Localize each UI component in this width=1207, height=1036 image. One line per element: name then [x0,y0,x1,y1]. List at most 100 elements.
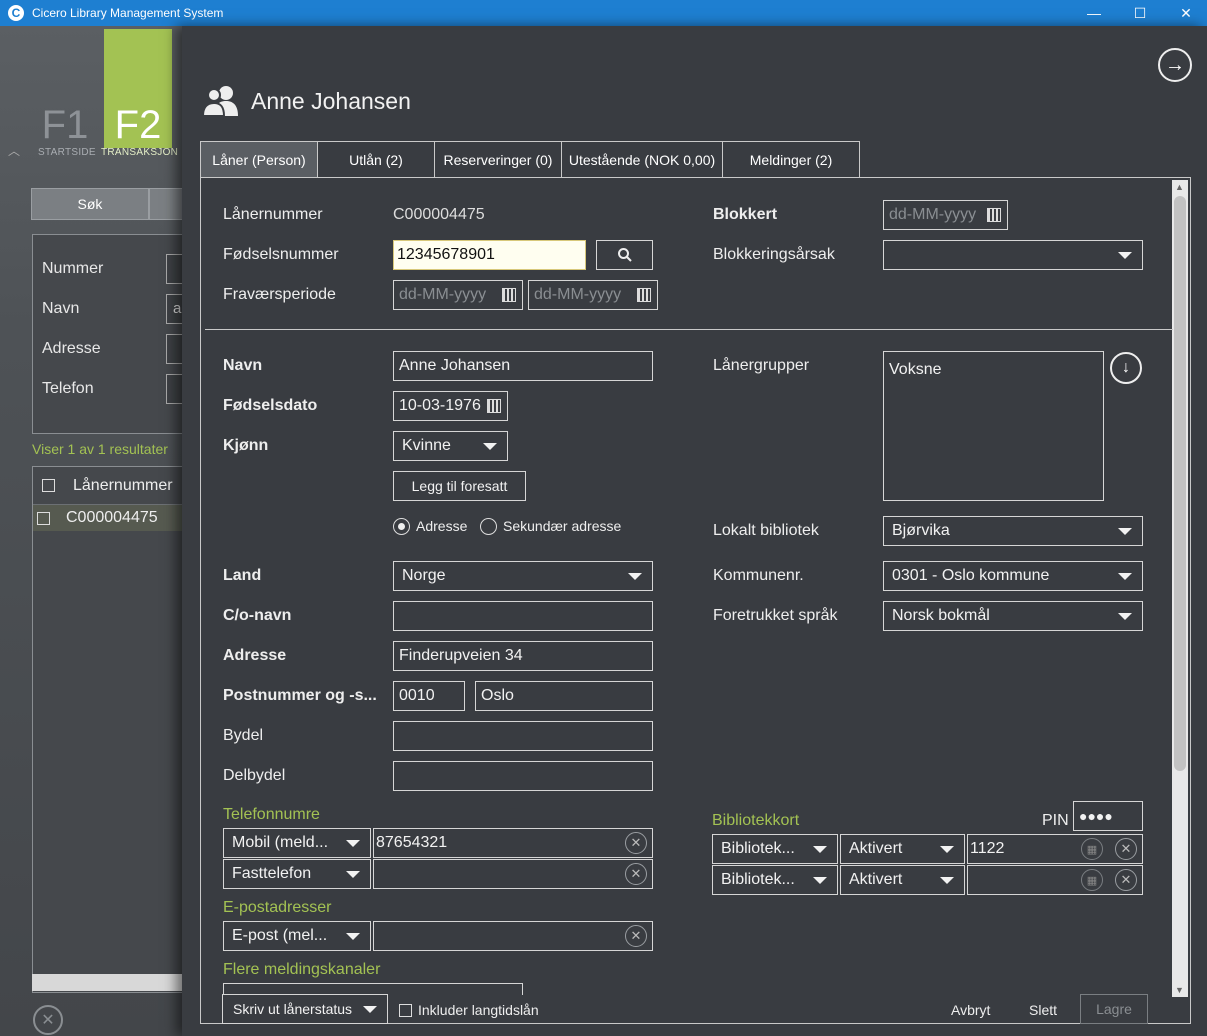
absence-from-date[interactable]: dd-MM-yyyy [393,280,523,310]
fodselsdato-input[interactable]: 10-03-1976 [393,391,508,421]
delete-button[interactable]: Slett [1029,1002,1057,1018]
tab-meldinger[interactable]: Meldinger (2) [722,141,860,178]
scroll-thumb[interactable] [1174,196,1186,771]
remove-card-icon[interactable]: ✕ [1115,869,1137,891]
phone-type-select[interactable]: Fasttelefon [223,859,371,889]
lokalt-bibliotek-select[interactable]: Bjørvika [883,516,1143,546]
phone-number-input[interactable]: 87654321 [373,828,653,858]
print-status-select[interactable]: Skriv ut lånerstatus [222,994,388,1024]
card-calendar-icon[interactable]: ▦ [1081,869,1103,891]
adresse-input[interactable]: Finderupveien 34 [393,641,653,671]
remove-phone-icon[interactable]: ✕ [625,832,647,854]
add-guardian-button[interactable]: Legg til foresatt [393,471,526,501]
remove-card-icon[interactable]: ✕ [1115,838,1137,860]
blokkert-label: Blokkert [713,206,778,223]
absence-to-date[interactable]: dd-MM-yyyy [528,280,658,310]
calendar-icon[interactable] [487,399,501,413]
card-calendar-icon[interactable]: ▦ [1081,838,1103,860]
calendar-icon[interactable] [637,288,651,302]
search-tab-2[interactable] [149,188,182,220]
card-type-select[interactable]: Bibliotek... [712,834,838,864]
poststed-input[interactable]: Oslo [475,681,653,711]
secondary-address-radio[interactable] [480,518,497,535]
calendar-icon[interactable] [987,208,1001,222]
tab-utestaende[interactable]: Utestående (NOK 0,00) [561,141,723,178]
arrow-down-icon[interactable]: ↓ [1110,352,1142,384]
select-all-checkbox[interactable] [42,479,55,492]
block-reason-select[interactable] [883,240,1143,270]
results-grid-header: Lånernummer [33,467,182,505]
scroll-down-icon[interactable]: ▼ [1175,985,1184,995]
form-vscrollbar[interactable]: ▲ ▼ [1172,180,1188,997]
search-input-navn[interactable]: a [166,294,182,324]
include-longterm-label: Inkluder langtidslån [418,1002,539,1018]
f2-tab[interactable]: F2 [104,29,172,148]
f2-caption: TRANSAKSJON [101,147,179,158]
delbydel-input[interactable] [393,761,653,791]
absence-from-placeholder: dd-MM-yyyy [399,286,487,303]
f1-tab[interactable]: F1 [30,56,100,148]
navn-label: Navn [223,357,263,374]
app-logo-icon: C [8,5,24,21]
card-type-select[interactable]: Bibliotek... [712,865,838,895]
calendar-icon[interactable] [502,288,516,302]
lanernummer-value: C000004475 [393,206,485,223]
bydel-input[interactable] [393,721,653,751]
secondary-address-radio-label: Sekundær adresse [503,518,622,534]
email-type-select[interactable]: E-post (mel... [223,921,371,951]
row-checkbox[interactable] [37,511,50,525]
tab-reserveringer[interactable]: Reserveringer (0) [434,141,562,178]
kjonn-label: Kjønn [223,437,269,454]
blocked-date-input[interactable]: dd-MM-yyyy [883,200,1008,230]
collapse-chevron-icon[interactable]: ︿ [8,142,20,159]
card-status-select[interactable]: Aktivert [840,834,965,864]
kommunenr-select[interactable]: 0301 - Oslo kommune [883,561,1143,591]
sprak-select[interactable]: Norsk bokmål [883,601,1143,631]
results-hscrollbar[interactable] [32,974,182,991]
search-input-telefon[interactable] [166,374,182,404]
tab-utlan[interactable]: Utlån (2) [317,141,435,178]
search-input-nummer[interactable] [166,254,182,284]
include-longterm-checkbox[interactable] [399,1004,412,1017]
scroll-up-icon[interactable]: ▲ [1175,182,1184,192]
bydel-label: Bydel [223,727,264,744]
navn-input[interactable]: Anne Johansen [393,351,653,381]
sprak-label: Foretrukket språk [713,607,838,624]
co-navn-input[interactable] [393,601,653,631]
postnummer-input[interactable]: 0010 [393,681,465,711]
pin-input[interactable]: ●●●● [1073,801,1143,831]
maximize-button[interactable]: ☐ [1117,0,1163,26]
lanergrupper-list[interactable]: Voksne [883,351,1104,501]
absence-to-placeholder: dd-MM-yyyy [534,286,622,303]
phone-number-input[interactable] [373,859,653,889]
kjonn-select[interactable]: Kvinne [393,431,508,461]
lokalt-bibliotek-label: Lokalt bibliotek [713,522,819,539]
close-window-button[interactable]: ✕ [1163,0,1207,26]
table-row[interactable]: C000004475 [33,505,182,531]
remove-email-icon[interactable]: ✕ [625,925,647,947]
fodselsnummer-input[interactable]: 12345678901 [393,240,586,270]
land-select[interactable]: Norge [393,561,653,591]
patron-tabs: Låner (Person) Utlån (2) Reserveringer (… [200,141,860,178]
search-label-nummer: Nummer [42,260,104,277]
blocked-date-placeholder: dd-MM-yyyy [889,206,977,223]
search-tab[interactable]: Søk [31,188,149,220]
bibliotekkort-heading: Bibliotekkort [712,812,800,829]
email-input[interactable] [373,921,653,951]
remove-phone-icon[interactable]: ✕ [625,863,647,885]
card-status-select[interactable]: Aktivert [840,865,965,895]
phone-type-select[interactable]: Mobil (meld... [223,828,371,858]
section-divider [205,329,1173,330]
tab-laner[interactable]: Låner (Person) [200,141,318,178]
lanernummer-column-header[interactable]: Lånernummer [73,477,173,495]
land-label: Land [223,567,262,584]
save-button[interactable]: Lagre [1080,994,1148,1024]
address-radio[interactable] [393,518,410,535]
lanergrupper-label: Lånergrupper [713,357,810,374]
cancel-button[interactable]: Avbryt [951,1002,990,1018]
exit-arrow-icon[interactable]: → [1158,48,1192,82]
minimize-button[interactable]: — [1071,0,1117,26]
clear-search-icon[interactable]: ✕ [33,1005,63,1035]
search-input-adresse[interactable] [166,334,182,364]
lookup-button[interactable] [596,240,653,270]
